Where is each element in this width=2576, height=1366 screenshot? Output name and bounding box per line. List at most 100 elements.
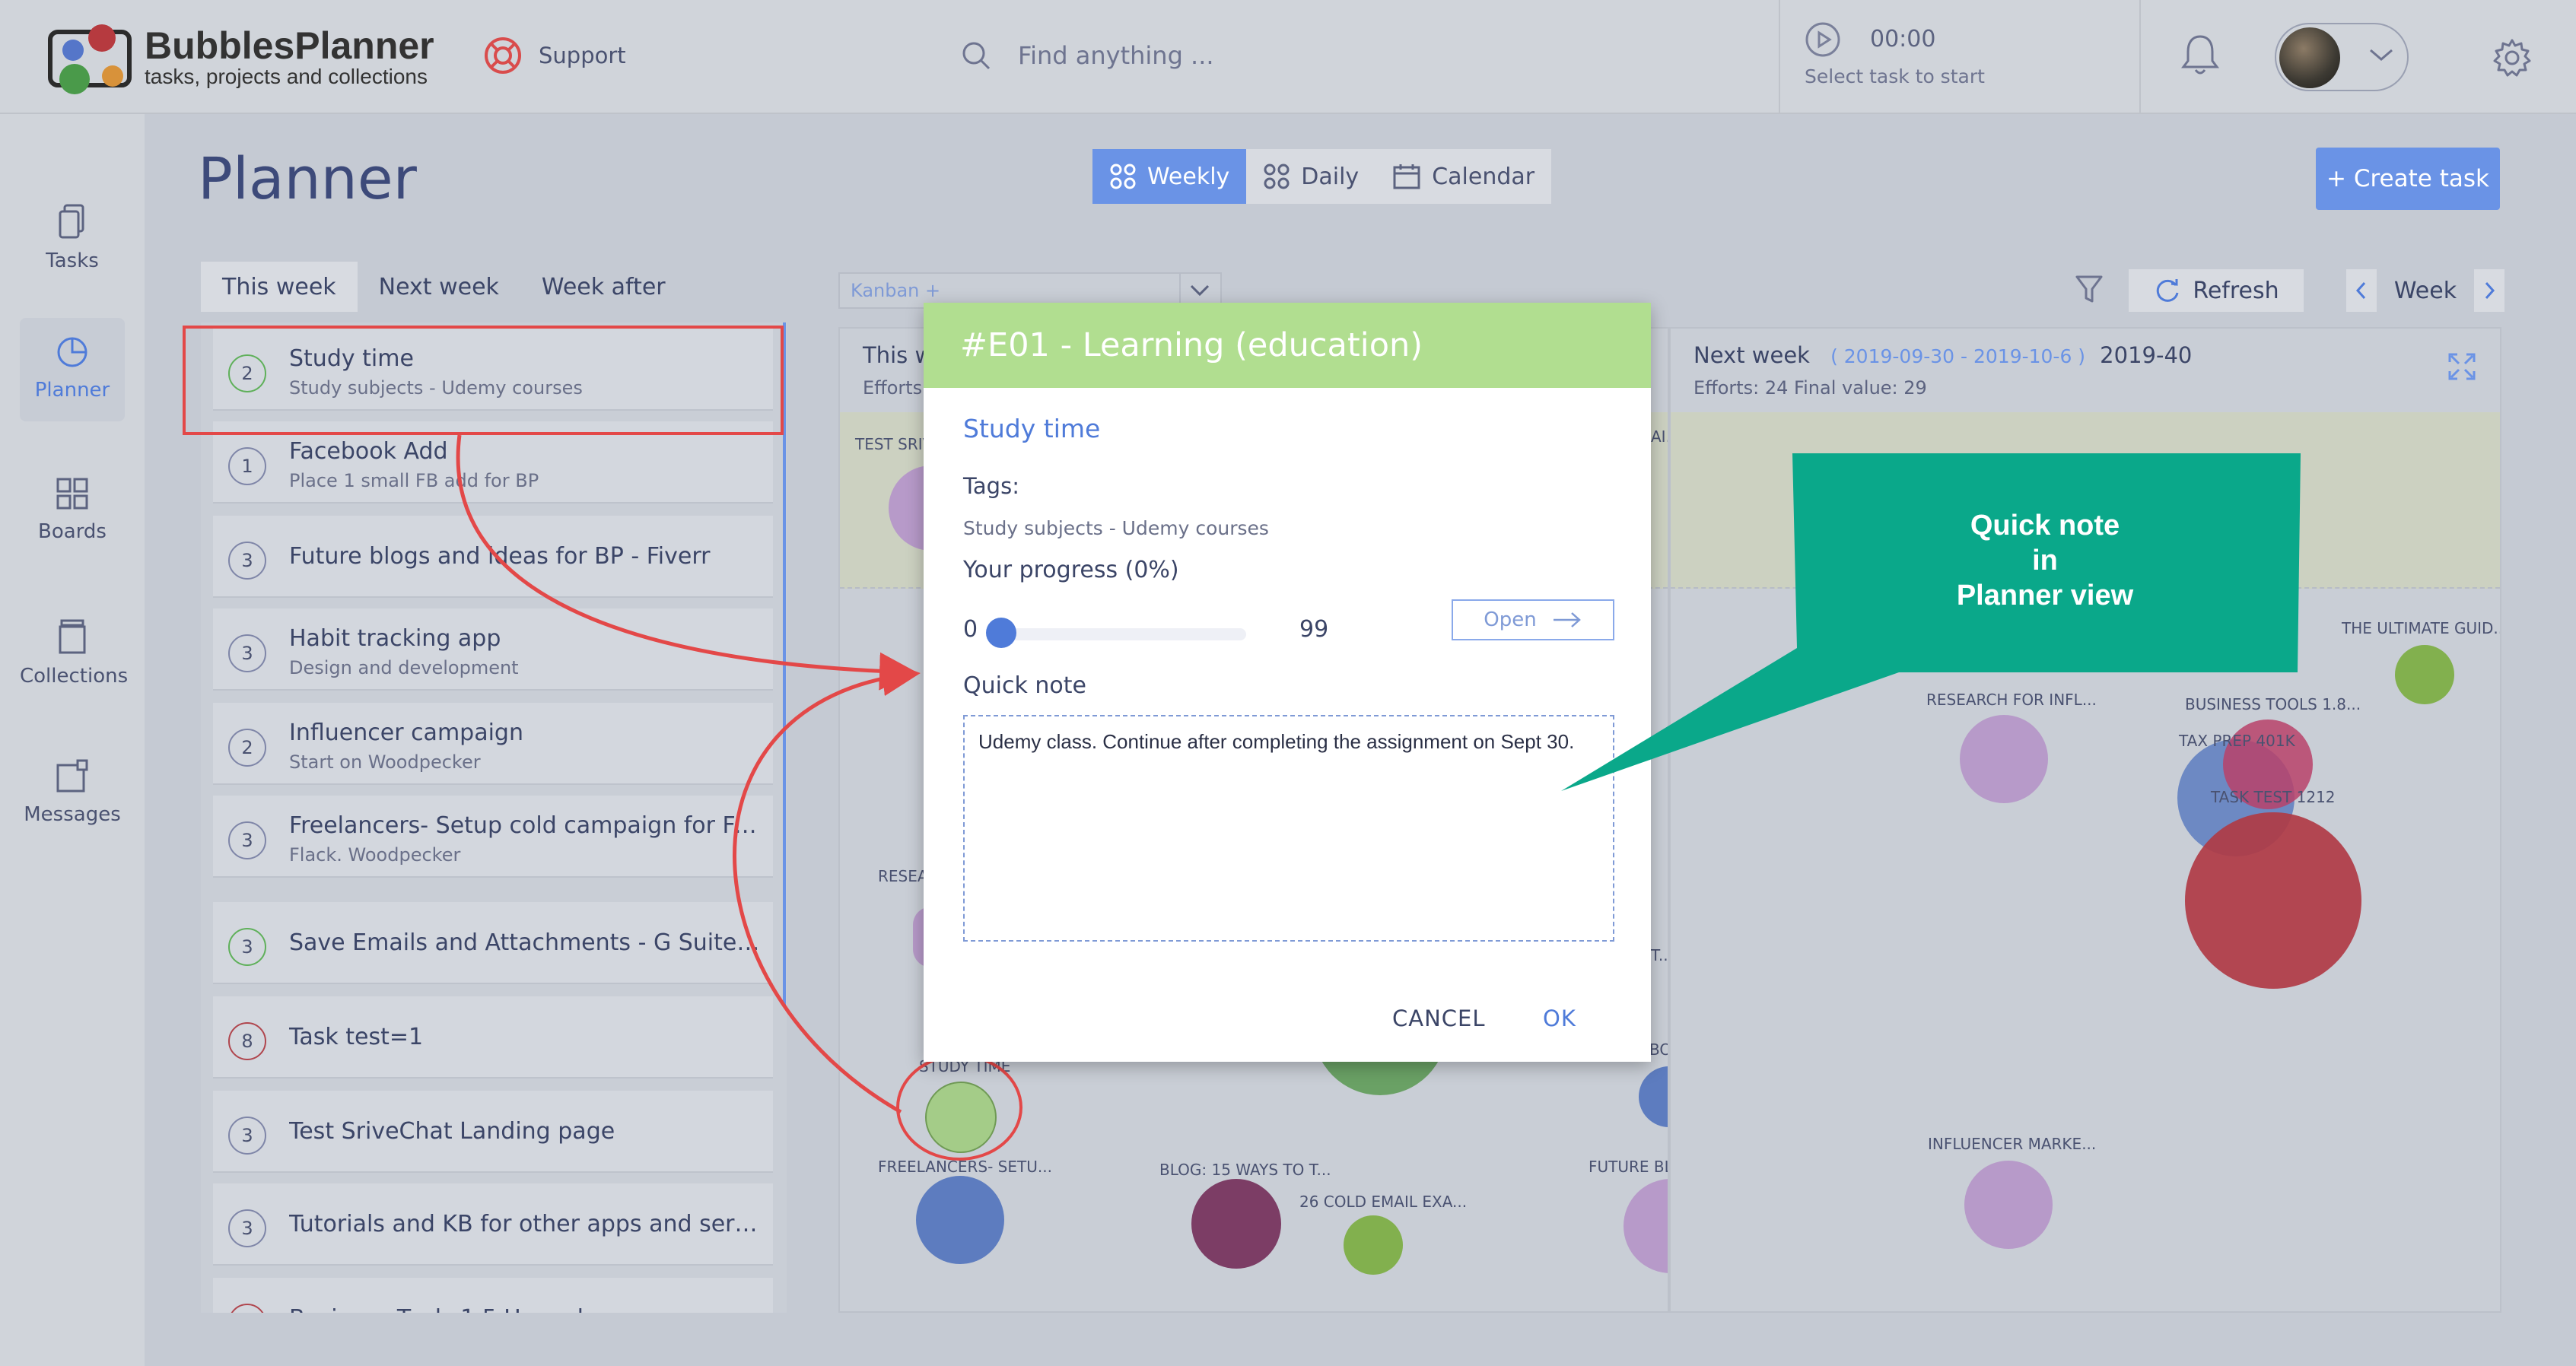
task-bubble[interactable] xyxy=(1964,1161,2053,1249)
refresh-label: Refresh xyxy=(2193,277,2279,304)
progress-slider[interactable] xyxy=(989,628,1246,640)
task-row[interactable]: Business Tools 1.5 Upwork xyxy=(213,1278,773,1313)
open-task-button[interactable]: Open xyxy=(1452,599,1614,640)
task-row[interactable]: 3 Future blogs and ideas for BP - Fiverr xyxy=(213,516,773,598)
sidebar-item-tasks[interactable]: Tasks xyxy=(20,186,125,289)
board-header: Next week ( 2019-09-30 - 2019-10-6 ) 201… xyxy=(1693,342,2192,399)
filter-icon[interactable] xyxy=(2074,272,2104,306)
view-switch: Weekly Daily Calendar xyxy=(1092,149,1552,204)
bubble-label: RESEARCH FOR INFL... xyxy=(1926,691,2097,709)
sidebar-item-collections[interactable]: Collections xyxy=(20,601,129,704)
board-efforts: Efforts: 24 Final value: 29 xyxy=(1693,377,1927,399)
board-title: Next week xyxy=(1693,342,1810,368)
progress-label: Your progress (0%) xyxy=(963,557,1179,583)
sidebar-item-boards[interactable]: Boards xyxy=(20,459,125,563)
avatar xyxy=(2279,27,2340,88)
task-bubble[interactable] xyxy=(2185,812,2361,989)
task-row[interactable]: 3 Test SriveChat Landing page xyxy=(213,1091,773,1173)
gear-icon[interactable] xyxy=(2492,38,2532,78)
bubble-label: AI. xyxy=(1651,427,1669,446)
next-week-button[interactable] xyxy=(2474,269,2504,312)
tab-this-week[interactable]: This week xyxy=(201,262,358,312)
bubble-label: BLOG: 15 WAYS TO T... xyxy=(1159,1161,1331,1179)
task-bubble[interactable] xyxy=(916,1176,1004,1264)
task-title: Tutorials and KB for other apps and serv… xyxy=(289,1211,761,1237)
task-title: Freelancers- Setup cold campaign for Fre… xyxy=(289,812,761,839)
task-timer[interactable]: 00:00 Select task to start xyxy=(1779,0,2141,114)
cancel-button[interactable]: CANCEL xyxy=(1392,1005,1486,1031)
board-week-code: 2019-40 xyxy=(2100,342,2193,368)
bubble-label: BO xyxy=(1649,1040,1668,1059)
priority-badge: 2 xyxy=(228,729,266,767)
search-input[interactable] xyxy=(1018,41,1474,70)
tab-week-after[interactable]: Week after xyxy=(520,262,687,312)
task-bubble[interactable] xyxy=(1344,1215,1403,1275)
task-title: Test SriveChat Landing page xyxy=(289,1118,615,1145)
task-list: 2 Study time Study subjects - Udemy course… xyxy=(201,322,787,1313)
sidebar-item-planner[interactable]: Planner xyxy=(20,318,125,421)
priority-badge: 3 xyxy=(228,928,266,966)
task-bubble[interactable] xyxy=(1624,1179,1668,1273)
task-row[interactable]: 3 Freelancers- Setup cold campaign for Fr… xyxy=(213,796,773,878)
callout-line: Quick note xyxy=(1970,510,2120,542)
tab-next-week[interactable]: Next week xyxy=(358,262,520,312)
view-label: Weekly xyxy=(1147,163,1230,190)
view-calendar-button[interactable]: Calendar xyxy=(1375,149,1551,204)
task-row[interactable]: 8 Task test=1 xyxy=(213,996,773,1079)
bubbles-icon xyxy=(1110,164,1136,189)
user-menu[interactable] xyxy=(2275,23,2409,91)
priority-badge: 3 xyxy=(228,1209,266,1247)
sidebar-item-messages[interactable]: Messages xyxy=(20,742,125,846)
refresh-button[interactable]: Refresh xyxy=(2129,269,2304,312)
planner-icon xyxy=(57,337,87,367)
task-subtitle: Flack. Woodpecker xyxy=(289,844,461,866)
sidebar-item-label: Collections xyxy=(20,665,129,688)
bell-icon[interactable] xyxy=(2179,32,2221,78)
progress-max: 99 xyxy=(1299,616,1329,643)
priority-badge: 3 xyxy=(228,1117,266,1155)
search-icon xyxy=(962,42,991,70)
task-title: Business Tools 1.5 Upwork xyxy=(289,1305,590,1313)
support-link[interactable]: Support xyxy=(484,37,626,75)
slider-handle[interactable] xyxy=(986,618,1016,648)
expand-icon[interactable] xyxy=(2447,351,2477,382)
task-bubble[interactable] xyxy=(2395,645,2454,704)
priority-badge: 1 xyxy=(228,447,266,485)
task-bubble[interactable] xyxy=(1639,1066,1668,1127)
play-icon[interactable] xyxy=(1805,21,1841,58)
view-daily-button[interactable]: Daily xyxy=(1246,149,1375,204)
task-row[interactable]: 3 Tutorials and KB for other apps and ser… xyxy=(213,1183,773,1266)
chevron-left-icon xyxy=(2355,281,2366,300)
priority-badge: 3 xyxy=(228,542,266,580)
week-tabs: This week Next week Week after xyxy=(201,262,687,312)
bubble-label: INFLUENCER MARKE... xyxy=(1928,1135,2097,1153)
bubble-label: TASK TEST 1212 xyxy=(2211,788,2336,806)
callout-line: in xyxy=(2032,545,2058,577)
sidebar: Tasks Planner Boards Collections Message… xyxy=(0,114,145,1366)
prev-week-button[interactable] xyxy=(2346,269,2377,312)
messages-icon xyxy=(56,759,88,793)
task-name-link[interactable]: Study time xyxy=(963,414,1100,443)
callout-line: Planner view xyxy=(1956,580,2134,612)
sidebar-item-label: Messages xyxy=(24,803,121,826)
bubble-label: 26 COLD EMAIL EXA... xyxy=(1299,1193,1468,1211)
task-bubble[interactable] xyxy=(1960,715,2048,803)
task-row[interactable]: 2 Influencer campaign Start on Woodpecker xyxy=(213,703,773,785)
task-title: Habit tracking app xyxy=(289,625,501,652)
ok-button[interactable]: OK xyxy=(1543,1005,1576,1031)
timer-hint: Select task to start xyxy=(1805,65,1985,87)
bubble-label: T... xyxy=(1651,946,1668,964)
task-bubble[interactable] xyxy=(1191,1179,1281,1269)
sidebar-item-label: Planner xyxy=(34,379,110,402)
view-weekly-button[interactable]: Weekly xyxy=(1092,149,1247,204)
quick-note-field[interactable]: Udemy class. Continue after completing t… xyxy=(963,715,1614,942)
priority-badge xyxy=(228,1304,266,1313)
kanban-select-value: Kanban + xyxy=(851,280,941,301)
support-label: Support xyxy=(539,43,626,68)
task-row[interactable]: 3 Save Emails and Attachments - G Suite M… xyxy=(213,902,773,984)
week-navigator: Week xyxy=(2346,269,2504,312)
chevron-right-icon xyxy=(2485,281,2495,300)
task-row[interactable]: 3 Habit tracking app Design and developmen… xyxy=(213,608,773,691)
create-task-button[interactable]: + Create task xyxy=(2316,148,2500,210)
chevron-down-icon xyxy=(2370,49,2393,61)
